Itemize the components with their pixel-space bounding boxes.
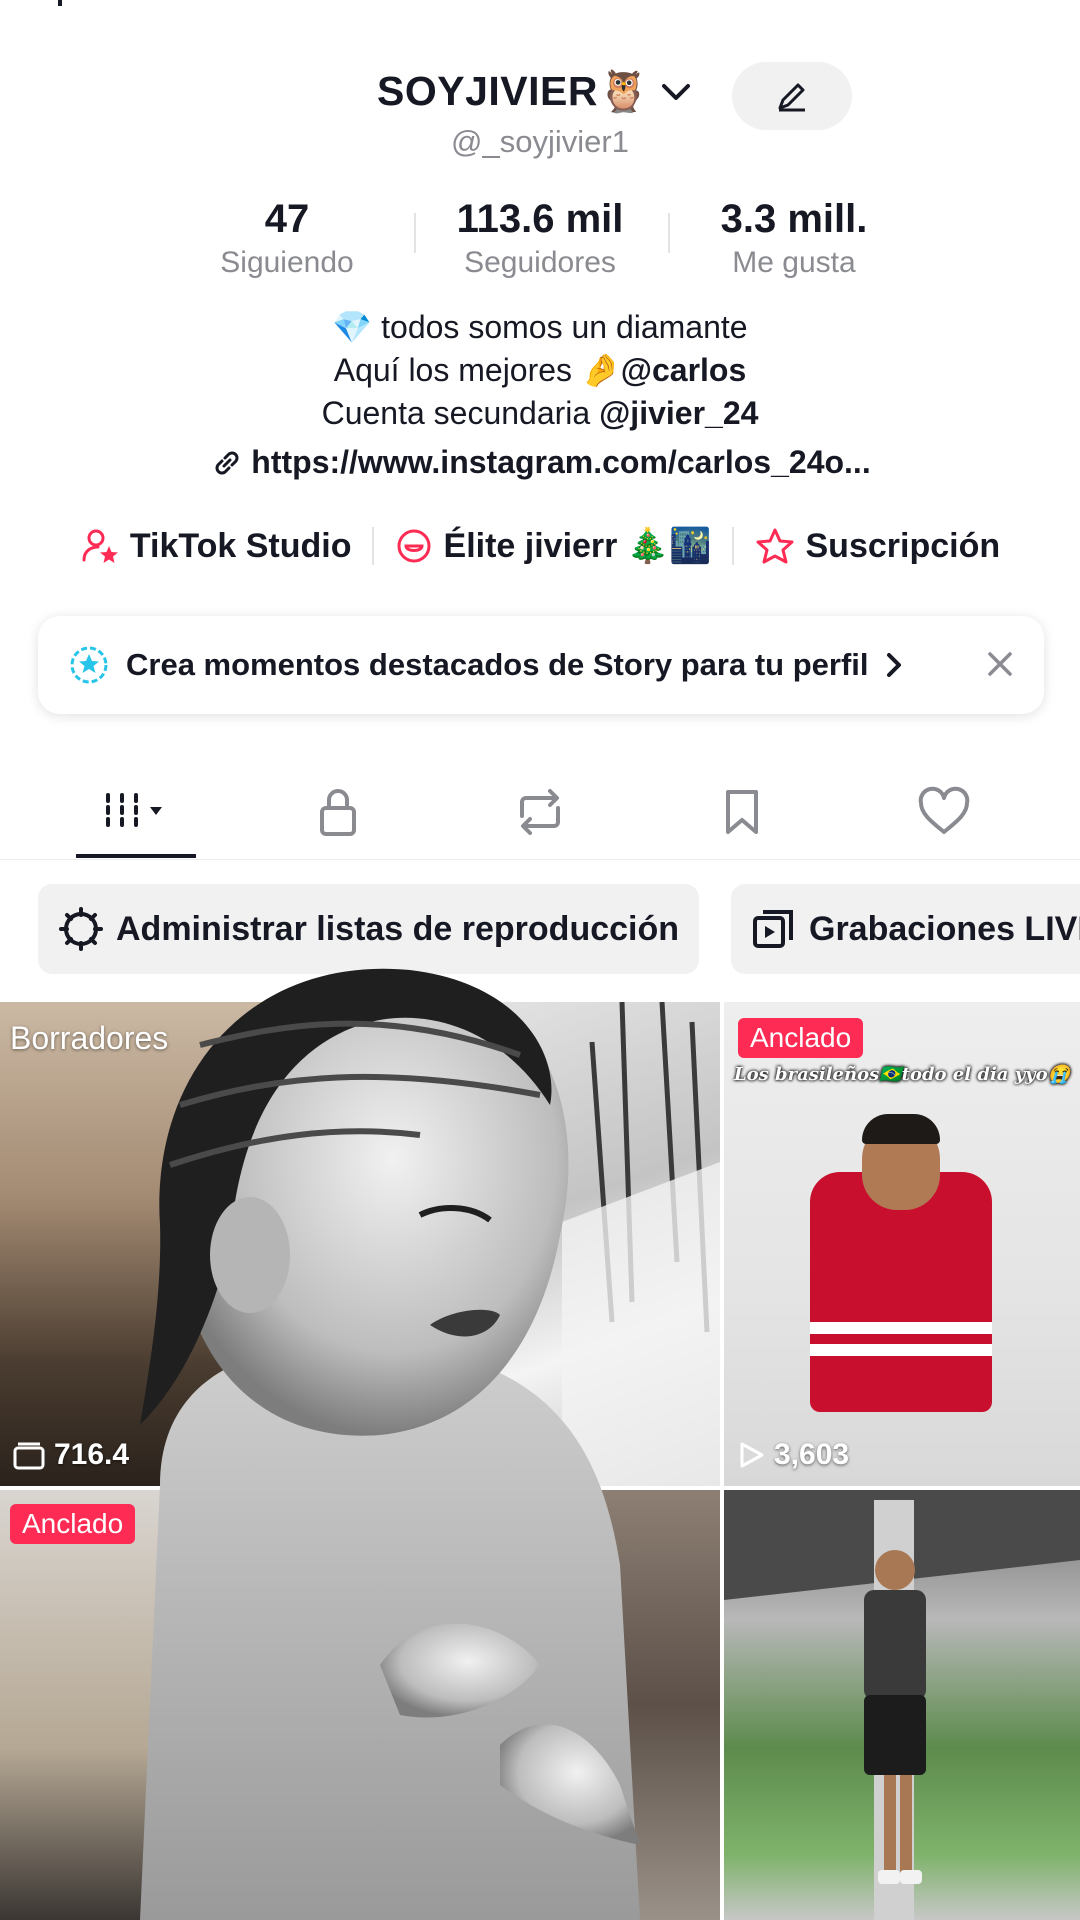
live-recordings-button[interactable]: Grabaciones LIVE bbox=[731, 884, 1080, 974]
tab-favorites[interactable] bbox=[677, 782, 807, 842]
active-tab-indicator bbox=[76, 854, 196, 858]
tab-videos[interactable] bbox=[71, 782, 201, 842]
close-icon[interactable] bbox=[984, 648, 1016, 680]
drafts-count-value: 716.4 bbox=[54, 1438, 130, 1471]
caption-fragment: ks bbox=[582, 1778, 602, 1800]
stat-value: 47 bbox=[264, 197, 310, 241]
menu-icon[interactable] bbox=[992, 0, 1040, 17]
bio-line: 💎 todos somos un diamante bbox=[332, 309, 748, 345]
profile-username[interactable]: SOYJIVIER🦉 bbox=[377, 68, 650, 116]
drafts-label: Borradores bbox=[10, 1020, 169, 1056]
profile-stats: 47 Siguiendo 113.6 mil Seguidores 3.3 mi… bbox=[0, 195, 1080, 285]
video-filters: Administrar listas de reproducción Graba… bbox=[0, 884, 1080, 976]
pinned-badge: Anclado bbox=[10, 1504, 136, 1544]
chevron-right-icon bbox=[886, 653, 901, 677]
chevron-down-icon[interactable] bbox=[660, 80, 692, 109]
gear-icon bbox=[59, 907, 103, 951]
manage-playlists-button[interactable]: Administrar listas de reproducción bbox=[38, 884, 700, 974]
stat-followers[interactable]: 113.6 mil Seguidores bbox=[430, 195, 650, 283]
stat-label: Siguiendo bbox=[220, 246, 354, 279]
bio-external-link[interactable]: https://www.instagram.com/carlos_24o... bbox=[209, 441, 871, 484]
banner-text: Crea momentos destacados de Story para t… bbox=[126, 647, 869, 682]
profile-actions: TikTok Studio Élite jivierr 🎄🌃 Suscripci… bbox=[0, 518, 1080, 574]
chip-label: Grabaciones LIVE bbox=[809, 909, 1080, 948]
monitor-icon[interactable] bbox=[780, 0, 832, 17]
view-count-value: 3,603 bbox=[774, 1438, 850, 1471]
divider bbox=[668, 213, 670, 253]
tiktok-studio-button[interactable]: TikTok Studio bbox=[60, 526, 372, 566]
video-tile[interactable] bbox=[362, 1002, 720, 1486]
video-tile[interactable] bbox=[724, 1490, 1080, 1920]
stat-value: 3.3 mill. bbox=[720, 197, 868, 241]
pinned-video-tile[interactable]: Anclado bbox=[0, 1490, 358, 1920]
profile-bio: 💎 todos somos un diamante Aquí los mejor… bbox=[0, 306, 1080, 492]
edit-profile-button[interactable] bbox=[732, 62, 852, 130]
chip-label: Administrar listas de reproducción bbox=[116, 909, 680, 948]
drafts-count: 716.4 bbox=[12, 1438, 129, 1472]
bio-line: Aquí los mejores 🤌@carlos bbox=[0, 349, 1080, 392]
profile-header: SOYJIVIER🦉 bbox=[0, 62, 1080, 130]
video-caption-overlay: Los brasileños🇧🇷todo el dia yyo😭 bbox=[733, 1064, 1071, 1085]
profile-tabs bbox=[0, 770, 1080, 860]
heart-icon bbox=[918, 786, 970, 834]
stat-label: Seguidores bbox=[464, 246, 616, 279]
bio-line: Cuenta secundaria @jivier_24 bbox=[0, 392, 1080, 435]
link-text: https://www.instagram.com/carlos_24o... bbox=[251, 444, 871, 480]
stat-label: Me gusta bbox=[732, 246, 856, 279]
pinned-video-tile[interactable]: Los brasileños🇧🇷todo el dia yyo😭 Anclado… bbox=[724, 1002, 1080, 1486]
bookmark-icon bbox=[726, 790, 758, 834]
share-icon[interactable] bbox=[888, 0, 936, 17]
tab-liked[interactable] bbox=[879, 782, 1009, 842]
stat-following[interactable]: 47 Siguiendo bbox=[177, 195, 397, 283]
video-tile[interactable]: ks bbox=[362, 1490, 720, 1920]
jersey-stripe bbox=[810, 1322, 992, 1334]
view-count: 3,603 bbox=[736, 1438, 849, 1472]
tab-reposts[interactable] bbox=[475, 782, 605, 842]
pinned-badge: Anclado bbox=[738, 1018, 864, 1058]
repost-icon bbox=[520, 789, 560, 835]
subscription-button[interactable]: Suscripción bbox=[734, 526, 1021, 566]
bio-text: Cuenta secundaria bbox=[321, 395, 600, 431]
divider bbox=[414, 213, 416, 253]
story-highlights-banner[interactable]: Crea momentos destacados de Story para t… bbox=[38, 616, 1044, 714]
star-outline-icon bbox=[756, 528, 793, 564]
drafts-tile[interactable]: Borradores 716.4 bbox=[0, 1002, 358, 1486]
bio-mention-link[interactable]: @carlos bbox=[621, 352, 746, 388]
top-bar bbox=[0, 0, 1080, 30]
stat-value: 113.6 mil bbox=[456, 197, 624, 241]
user-star-icon bbox=[82, 529, 118, 563]
play-icon bbox=[740, 1442, 764, 1468]
station-thumbnail bbox=[724, 1490, 1080, 1920]
pencil-icon bbox=[778, 83, 805, 112]
drafts-icon bbox=[13, 1442, 45, 1470]
smile-badge-icon bbox=[397, 529, 431, 563]
snowy-forest-image bbox=[562, 1002, 720, 1486]
elite-button[interactable]: Élite jivierr 🎄🌃 bbox=[374, 526, 732, 566]
video-grid: Borradores 716.4 Los brasileños🇧🇷todo el… bbox=[0, 1002, 1080, 1920]
grid-lines-icon bbox=[106, 793, 162, 831]
action-label: Suscripción bbox=[805, 526, 1001, 565]
hair-shape bbox=[862, 1114, 940, 1144]
bio-text: Aquí los mejores 🤌 bbox=[333, 352, 621, 388]
action-label: Élite jivierr 🎄🌃 bbox=[443, 527, 712, 565]
tab-private[interactable] bbox=[273, 782, 403, 842]
action-label: TikTok Studio bbox=[129, 526, 352, 565]
star-badge-icon bbox=[70, 646, 108, 684]
link-icon bbox=[215, 451, 239, 474]
lock-icon bbox=[320, 789, 356, 836]
jersey-stripe bbox=[810, 1344, 992, 1356]
live-recording-icon bbox=[753, 910, 793, 948]
stat-likes[interactable]: 3.3 mill. Me gusta bbox=[684, 195, 904, 283]
bio-mention-link[interactable]: @jivier_24 bbox=[599, 395, 758, 431]
add-user-icon[interactable] bbox=[30, 0, 90, 23]
profile-handle: @_soyjivier1 bbox=[451, 124, 629, 159]
